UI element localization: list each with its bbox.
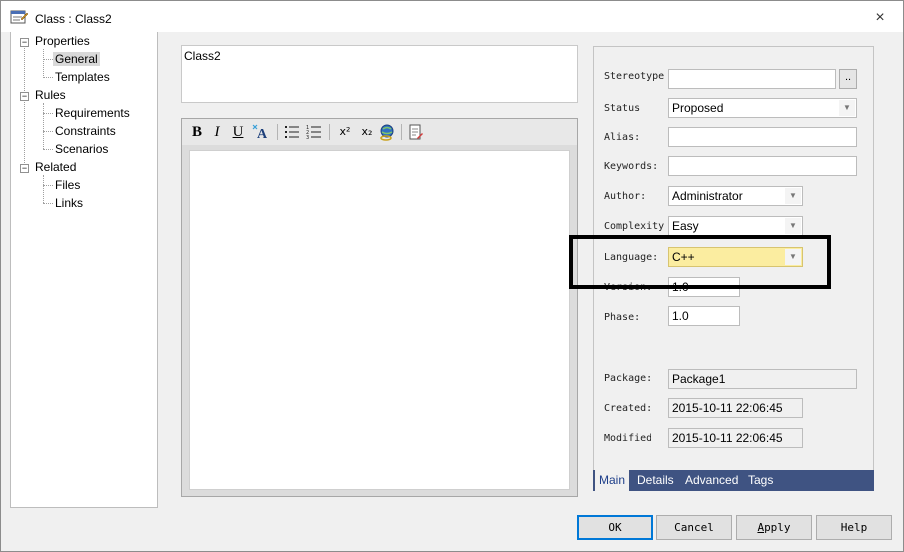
tree-connector: [43, 175, 44, 203]
tree-connector: [43, 131, 53, 132]
tree-connector: [43, 49, 44, 78]
keywords-field[interactable]: [668, 156, 857, 176]
tree-item-templates[interactable]: Templates: [55, 69, 110, 85]
title-bar: Class : Class2 ×: [1, 1, 903, 32]
collapse-icon[interactable]: −: [20, 38, 29, 47]
version-label: Version:: [604, 282, 653, 293]
tree-item-constraints[interactable]: Constraints: [55, 123, 116, 139]
tree-item-files[interactable]: Files: [55, 177, 80, 193]
tab-advanced[interactable]: Advanced: [685, 470, 738, 491]
italic-button[interactable]: I: [208, 123, 226, 141]
alias-label: Alias:: [604, 132, 641, 143]
tree-item-scenarios[interactable]: Scenarios: [55, 141, 108, 157]
help-button[interactable]: Help: [816, 515, 892, 540]
chevron-down-icon: ▼: [785, 188, 801, 204]
complexity-dropdown[interactable]: Easy ▼: [668, 216, 803, 236]
apply-button[interactable]: Apply: [736, 515, 812, 540]
properties-window-icon: [10, 10, 28, 24]
font-color-icon: A: [252, 124, 268, 142]
tab-main[interactable]: Main: [595, 470, 629, 491]
edit-linked-document-button[interactable]: [407, 123, 425, 141]
name-field[interactable]: Class2: [181, 45, 578, 103]
collapse-icon[interactable]: −: [20, 164, 29, 173]
superscript-button[interactable]: x²: [336, 123, 354, 141]
window-title: Class : Class2: [35, 12, 112, 26]
tree-item-properties[interactable]: Properties: [35, 33, 90, 49]
alias-field[interactable]: [668, 127, 857, 147]
tree-connector: [43, 203, 53, 204]
version-field[interactable]: 1.0: [668, 277, 740, 297]
modified-label: Modified: [604, 433, 651, 444]
chevron-down-icon: ▼: [839, 100, 855, 116]
language-dropdown[interactable]: C++ ▼: [668, 247, 803, 267]
stereotype-label: Stereotype: [604, 71, 665, 82]
toolbar-separator: [329, 124, 330, 140]
close-button[interactable]: ×: [865, 7, 895, 29]
class-properties-dialog: Class : Class2 × − Properties General Te…: [0, 0, 904, 552]
close-icon: ×: [875, 9, 885, 26]
document-edit-icon: [409, 124, 423, 140]
status-dropdown[interactable]: Proposed ▼: [668, 98, 857, 118]
modified-field: 2015-10-11 22:06:45: [668, 428, 803, 448]
chevron-down-icon: ▼: [785, 249, 801, 265]
toolbar-separator: [277, 124, 278, 140]
apply-label: pply: [764, 521, 791, 534]
status-value: Proposed: [672, 101, 724, 115]
complexity-value: Easy: [672, 219, 699, 233]
font-color-button[interactable]: A: [252, 123, 270, 142]
tree-item-related[interactable]: Related: [35, 159, 76, 175]
tree-connector: [43, 77, 53, 78]
tab-details[interactable]: Details: [637, 470, 674, 491]
tree-connector: [43, 149, 53, 150]
keywords-label: Keywords:: [604, 161, 659, 172]
bullet-list-icon: [285, 126, 299, 138]
notes-editor: B I U A 1 2 3 x² x₂: [181, 118, 578, 497]
tree-connector: [43, 103, 44, 149]
stereotype-browse-button[interactable]: ..: [839, 69, 857, 89]
tree-connector: [43, 185, 53, 186]
language-value: C++: [672, 250, 695, 264]
notes-text-area[interactable]: [189, 150, 570, 490]
package-field: Package1: [668, 369, 857, 389]
tree-item-requirements[interactable]: Requirements: [55, 105, 130, 121]
phase-field[interactable]: 1.0: [668, 306, 740, 326]
globe-link-icon: [380, 124, 394, 141]
notes-toolbar: B I U A 1 2 3 x² x₂: [182, 119, 577, 145]
language-label: Language:: [604, 252, 659, 263]
tree-connector: [43, 59, 53, 60]
tree-connector: [43, 113, 53, 114]
tree-item-links[interactable]: Links: [55, 195, 83, 211]
tree-item-rules[interactable]: Rules: [35, 87, 66, 103]
toolbar-separator: [401, 124, 402, 140]
svg-text:3: 3: [306, 135, 309, 141]
status-label: Status: [604, 103, 641, 114]
complexity-label: Complexity: [604, 221, 665, 232]
author-value: Administrator: [672, 189, 743, 203]
ok-button[interactable]: OK: [577, 515, 653, 540]
numbered-list-button[interactable]: 1 2 3: [305, 123, 323, 141]
tree-connector: [24, 48, 25, 169]
subscript-button[interactable]: x₂: [358, 123, 376, 141]
created-label: Created:: [604, 403, 653, 414]
svg-text:A: A: [257, 127, 268, 141]
tree-item-general[interactable]: General: [53, 51, 100, 67]
bold-button[interactable]: B: [188, 123, 206, 141]
property-tree: − Properties General Templates − Rules R…: [10, 32, 158, 508]
collapse-icon[interactable]: −: [20, 92, 29, 101]
properties-tab-bar: Main Details Advanced Tags: [593, 470, 874, 491]
underline-button[interactable]: U: [229, 123, 247, 141]
cancel-button[interactable]: Cancel: [656, 515, 732, 540]
stereotype-field[interactable]: [668, 69, 836, 89]
created-field: 2015-10-11 22:06:45: [668, 398, 803, 418]
author-dropdown[interactable]: Administrator ▼: [668, 186, 803, 206]
bullet-list-button[interactable]: [283, 123, 301, 141]
tab-tags[interactable]: Tags: [748, 470, 773, 491]
author-label: Author:: [604, 191, 647, 202]
phase-label: Phase:: [604, 312, 641, 323]
hyperlink-button[interactable]: [378, 123, 396, 141]
chevron-down-icon: ▼: [785, 218, 801, 234]
numbered-list-icon: 1 2 3: [306, 125, 321, 141]
package-label: Package:: [604, 373, 653, 384]
